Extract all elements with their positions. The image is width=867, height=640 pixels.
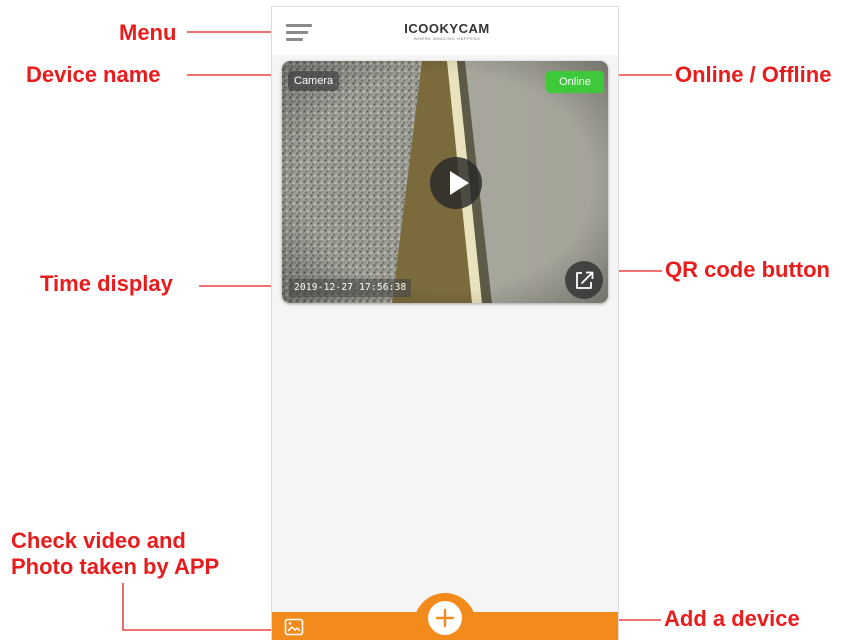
callout-check-video-line1: Check video and	[11, 528, 186, 553]
callout-check-video-line2: Photo taken by APP	[11, 554, 220, 579]
callout-device-name: Device name	[26, 62, 161, 87]
hamburger-menu-icon[interactable]	[286, 24, 312, 42]
callout-time-display: Time display	[40, 271, 173, 296]
plus-icon	[435, 608, 455, 628]
camera-card[interactable]: Camera Online 2019-12-27 17:56:38	[282, 61, 608, 303]
play-button[interactable]	[430, 157, 482, 209]
annotated-screenshot: ICOOKYCAM WHERE AMAZING HAPPENS Camera O…	[0, 0, 867, 640]
add-device-button[interactable]	[428, 601, 462, 635]
online-status-badge: Online	[546, 71, 604, 93]
share-export-icon	[576, 271, 594, 289]
time-display: 2019-12-27 17:56:38	[289, 279, 412, 297]
device-name-label: Camera	[288, 71, 340, 91]
brand-logo: ICOOKYCAM WHERE AMAZING HAPPENS	[382, 22, 512, 42]
qr-code-button[interactable]	[565, 261, 603, 299]
image-gallery-icon	[284, 618, 304, 636]
callout-online-offline: Online / Offline	[675, 62, 832, 87]
callout-qr-code-button: QR code button	[665, 257, 830, 282]
play-icon	[450, 171, 469, 195]
callout-add-device: Add a device	[664, 606, 800, 631]
phone-screen: ICOOKYCAM WHERE AMAZING HAPPENS Camera O…	[271, 6, 619, 640]
app-header: ICOOKYCAM WHERE AMAZING HAPPENS	[272, 7, 618, 55]
gallery-button[interactable]	[284, 618, 304, 636]
brand-tagline: WHERE AMAZING HAPPENS	[413, 36, 481, 41]
brand-name: ICOOKYCAM	[404, 21, 490, 36]
callout-menu: Menu	[119, 20, 177, 45]
